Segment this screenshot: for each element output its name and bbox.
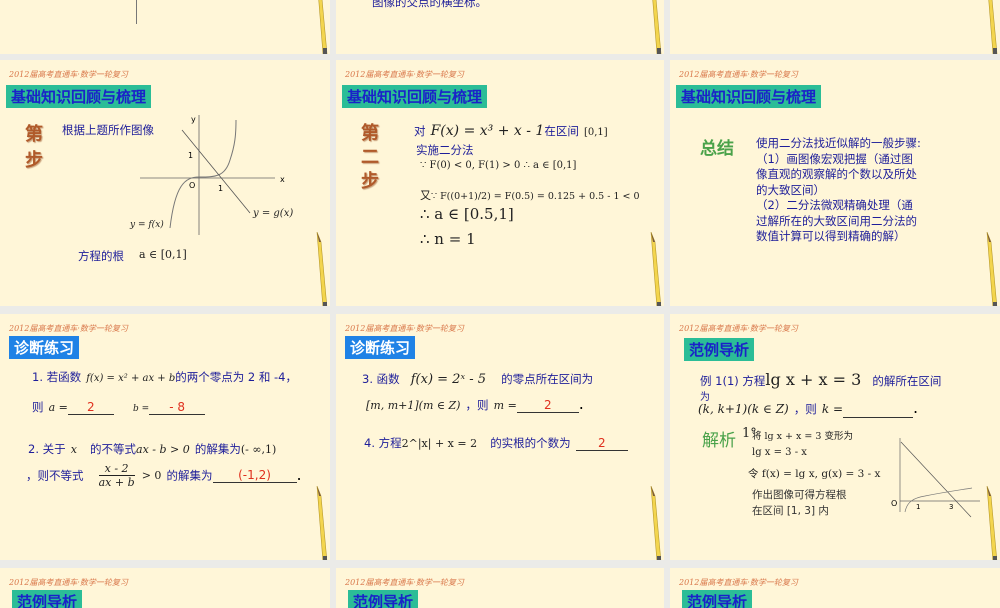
slide-header: 2012届高考直通车·数学一轮复习 [345, 578, 464, 587]
pencil-icon [986, 232, 998, 306]
slide-title: 基础知识回顾与梳理 [342, 85, 488, 108]
slide-thumbnail-top-3[interactable] [670, 0, 1000, 54]
solution-3: 令 f(x) = lg x, g(x) = 3 - x [748, 468, 881, 480]
slide-header: 2012届高考直通车·数学一轮复习 [345, 324, 464, 333]
slide-header: 2012届高考直通车·数学一轮复习 [9, 578, 128, 587]
analysis-label: 解析 [702, 431, 736, 451]
example-line-2: (k, k+1)(k ∈ Z) ，则 k = . [698, 398, 919, 418]
slide-header: 2012届高考直通车·数学一轮复习 [9, 324, 128, 333]
pencil-icon [316, 0, 328, 54]
answer-a: 2 [67, 400, 114, 415]
slide-header: 2012届高考直通车·数学一轮复习 [9, 70, 128, 79]
tick-1: 1 [916, 503, 921, 511]
axis-x-label: x [280, 175, 285, 184]
pencil-icon [316, 486, 328, 560]
slide-thumbnail-diagnostic-1[interactable]: 2012届高考直通车·数学一轮复习 诊断练习 1. 若函数 f(x) = x² … [0, 314, 330, 560]
slide-thumbnail-top-2[interactable]: 图像的交点的横坐标。 [336, 0, 664, 54]
axis-y-label: y [191, 115, 196, 124]
origin-label: O [891, 499, 898, 508]
pencil-icon [316, 232, 328, 306]
line-6: ∴ n = 1 [420, 230, 476, 248]
slide-thumbnail-bottom-2[interactable]: 2012届高考直通车·数学一轮复习 范例导析 [336, 568, 664, 608]
answer-m: 2 [516, 398, 579, 413]
line-3: ∵ F(0) < 0, F(1) > 0 ∴ a ∈ [0,1] [420, 160, 577, 171]
pencil-icon [650, 232, 662, 306]
answer-q2: (-1,2) [212, 468, 297, 483]
slide-thumbnail-summary[interactable]: 2012届高考直通车·数学一轮复习 基础知识回顾与梳理 总结 使用二分法找近似解… [670, 60, 1000, 306]
solution-4: 作出图像可得方程根 [752, 489, 847, 501]
solution-graph [899, 438, 980, 518]
tick-x: 1 [218, 184, 224, 193]
answer-b: - 8 [149, 400, 206, 415]
label-f: y = f(x) [130, 220, 164, 230]
slide-header: 2012届高考直通车·数学一轮复习 [679, 578, 798, 587]
slide-title: 基础知识回顾与梳理 [676, 85, 822, 108]
slide-title: 诊断练习 [345, 336, 416, 359]
question-1: 1. 若函数 f(x) = x² + ax + b的两个零点为 2 和 -4， [32, 370, 297, 384]
summary-text: 使用二分法找近似解的一般步骤: （1）画图像宏观把握（通过图 像直观的观察解的个数以… [756, 136, 921, 243]
pencil-icon [986, 486, 998, 560]
root-value: a ∈ [0,1] [139, 248, 187, 261]
slide-thumbnail-bottom-1[interactable]: 2012届高考直通车·数学一轮复习 范例导析 [0, 568, 330, 608]
pencil-icon [650, 486, 662, 560]
pencil-icon [986, 0, 998, 54]
slide-header: 2012届高考直通车·数学一轮复习 [679, 70, 798, 79]
graph-axis-line [136, 0, 137, 24]
tick-y: 1 [188, 151, 194, 160]
line-1: 对 F(x) = x³ + x - 1在区间 [0,1] [414, 123, 608, 139]
example-line-1: 例 1(1) 方程lg x + x = 3 的解所在区间 [700, 370, 942, 389]
solution-1: 将 lg x + x = 3 变形为 [752, 431, 853, 442]
slide-thumbnail-step3[interactable]: 2012届高考直通车·数学一轮复习 基础知识回顾与梳理 第步 根据上题所作图像 … [0, 60, 330, 306]
line-2: 实施二分法 [416, 143, 474, 157]
slide-title: 范例导析 [684, 338, 755, 361]
question-3: 3. 函数 f(x) = 2ˣ - 5 的零点所在区间为 [362, 372, 594, 387]
slide-thumbnail-top-1[interactable] [0, 0, 330, 54]
tick-3: 3 [949, 503, 954, 511]
slide-title: 诊断练习 [9, 336, 80, 359]
question-3-line2: [m, m+1](m ∈ Z) ，则 m = 2. [366, 394, 584, 413]
question-4: 4. 方程2^|x| + x = 2 的实根的个数为 2 [364, 432, 628, 451]
slide-header: 2012届高考直通车·数学一轮复习 [679, 324, 798, 333]
slide-title: 范例导析 [682, 590, 753, 608]
slide-title: 范例导析 [12, 590, 83, 608]
origin-label: O [189, 181, 196, 190]
slide-header: 2012届高考直通车·数学一轮复习 [345, 70, 464, 79]
answer-count: 2 [575, 436, 628, 451]
step-label: 第步 [25, 124, 43, 171]
label-g: y = g(x) [253, 208, 294, 219]
question-2-line2: ，则不等式 x - 2 ax + b > 0 的解集为 (-1,2). [26, 462, 302, 489]
solution-5: 在区间 [1, 3] 内 [752, 505, 829, 517]
pencil-icon [650, 0, 662, 54]
slide-text: 图像的交点的横坐标。 [372, 0, 487, 9]
slide-title: 范例导析 [348, 590, 419, 608]
solution-2: lg x = 3 - x [752, 447, 807, 458]
question-2: 2. 关于 x 的不等式ax - b > 0 的解集为(- ∞,1) [28, 442, 277, 456]
question-1-answers: 则 a = 2 b = - 8 [32, 396, 206, 415]
line-4: 又∵ F((0+1)/2) = F(0.5) = 0.125 + 0.5 - 1… [420, 189, 640, 202]
line-5: ∴ a ∈ [0.5,1] [420, 205, 514, 223]
step-label: 第二步 [361, 123, 379, 192]
summary-label: 总结 [700, 139, 734, 159]
slide-thumbnail-diagnostic-2[interactable]: 2012届高考直通车·数学一轮复习 诊断练习 3. 函数 f(x) = 2ˣ -… [336, 314, 664, 560]
root-label: 方程的根 [78, 249, 124, 263]
slide-thumbnail-bottom-3[interactable]: 2012届高考直通车·数学一轮复习 范例导析 [670, 568, 1000, 608]
slide-thumbnail-example-1[interactable]: 2012届高考直通车·数学一轮复习 范例导析 例 1(1) 方程lg x + x… [670, 314, 1000, 560]
slide-thumbnail-step2[interactable]: 2012届高考直通车·数学一轮复习 基础知识回顾与梳理 第二步 对 F(x) =… [336, 60, 664, 306]
